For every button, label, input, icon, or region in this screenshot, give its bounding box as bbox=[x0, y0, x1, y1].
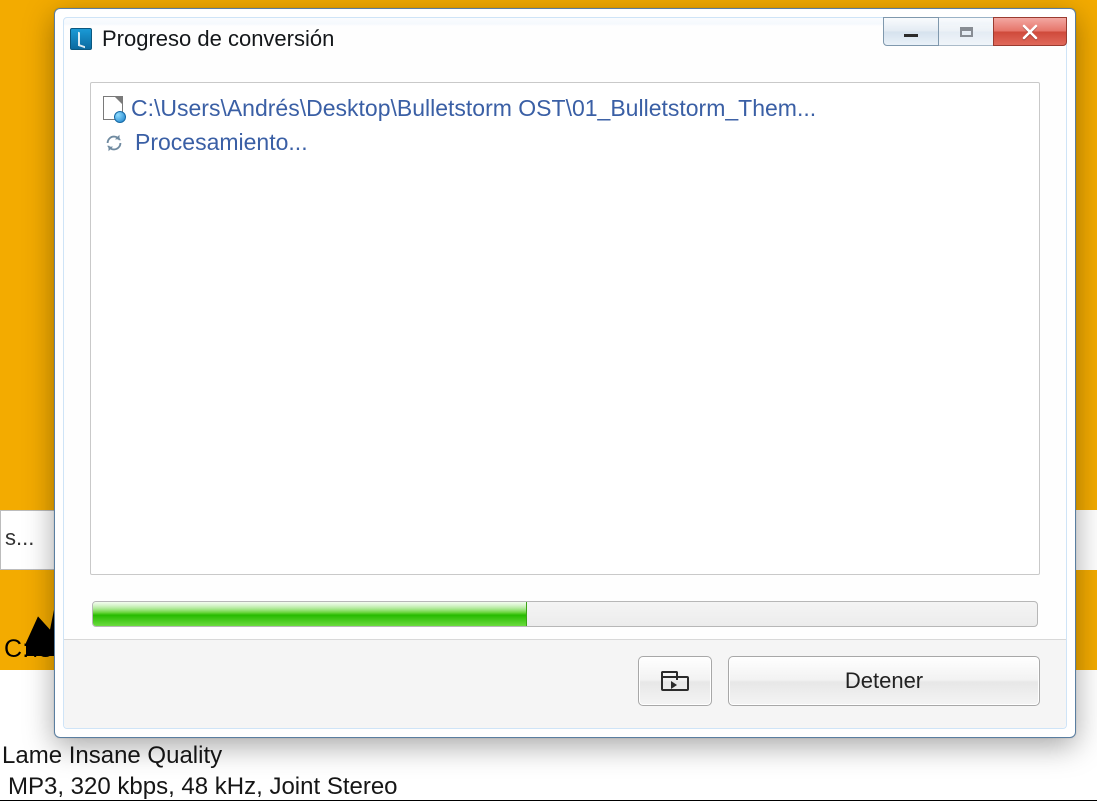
bg-format-label: MP3, 320 kbps, 48 kHz, Joint Stereo bbox=[8, 773, 398, 801]
app-icon bbox=[70, 28, 92, 50]
maximize-button bbox=[938, 17, 994, 46]
audio-file-icon bbox=[103, 96, 123, 120]
status-text: Procesamiento... bbox=[135, 129, 308, 156]
dialog-client-area: C:\Users\Andrés\Desktop\Bulletstorm OST\… bbox=[64, 60, 1066, 639]
folder-open-icon bbox=[661, 671, 689, 691]
processing-icon bbox=[103, 132, 125, 154]
stop-button[interactable]: Detener bbox=[728, 656, 1040, 706]
minimize-icon bbox=[904, 34, 918, 37]
close-icon bbox=[1021, 23, 1039, 41]
bg-quality-label: Lame Insane Quality bbox=[2, 742, 222, 770]
titlebar[interactable]: Progreso de conversión bbox=[64, 18, 1066, 60]
dialog-footer: Detener bbox=[64, 639, 1066, 728]
maximize-icon bbox=[960, 27, 973, 37]
dialog-frame: Progreso de conversión bbox=[63, 17, 1067, 729]
window-controls bbox=[884, 17, 1067, 46]
conversion-list[interactable]: C:\Users\Andrés\Desktop\Bulletstorm OST\… bbox=[90, 82, 1040, 575]
conversion-progress-dialog: Progreso de conversión bbox=[54, 8, 1076, 738]
bg-path-prefix: C:\U bbox=[0, 635, 55, 664]
progress-fill bbox=[93, 602, 527, 626]
minimize-button[interactable] bbox=[883, 17, 939, 46]
file-path-label: C:\Users\Andrés\Desktop\Bulletstorm OST\… bbox=[131, 91, 816, 125]
dialog-title: Progreso de conversión bbox=[102, 26, 334, 52]
stop-button-label: Detener bbox=[845, 668, 923, 694]
close-button[interactable] bbox=[993, 17, 1067, 46]
open-folder-button[interactable] bbox=[638, 656, 712, 706]
file-entry[interactable]: C:\Users\Andrés\Desktop\Bulletstorm OST\… bbox=[103, 91, 1027, 125]
progress-bar bbox=[92, 601, 1038, 627]
bg-truncated-text: s... bbox=[0, 510, 60, 570]
status-entry: Procesamiento... bbox=[103, 129, 1027, 156]
